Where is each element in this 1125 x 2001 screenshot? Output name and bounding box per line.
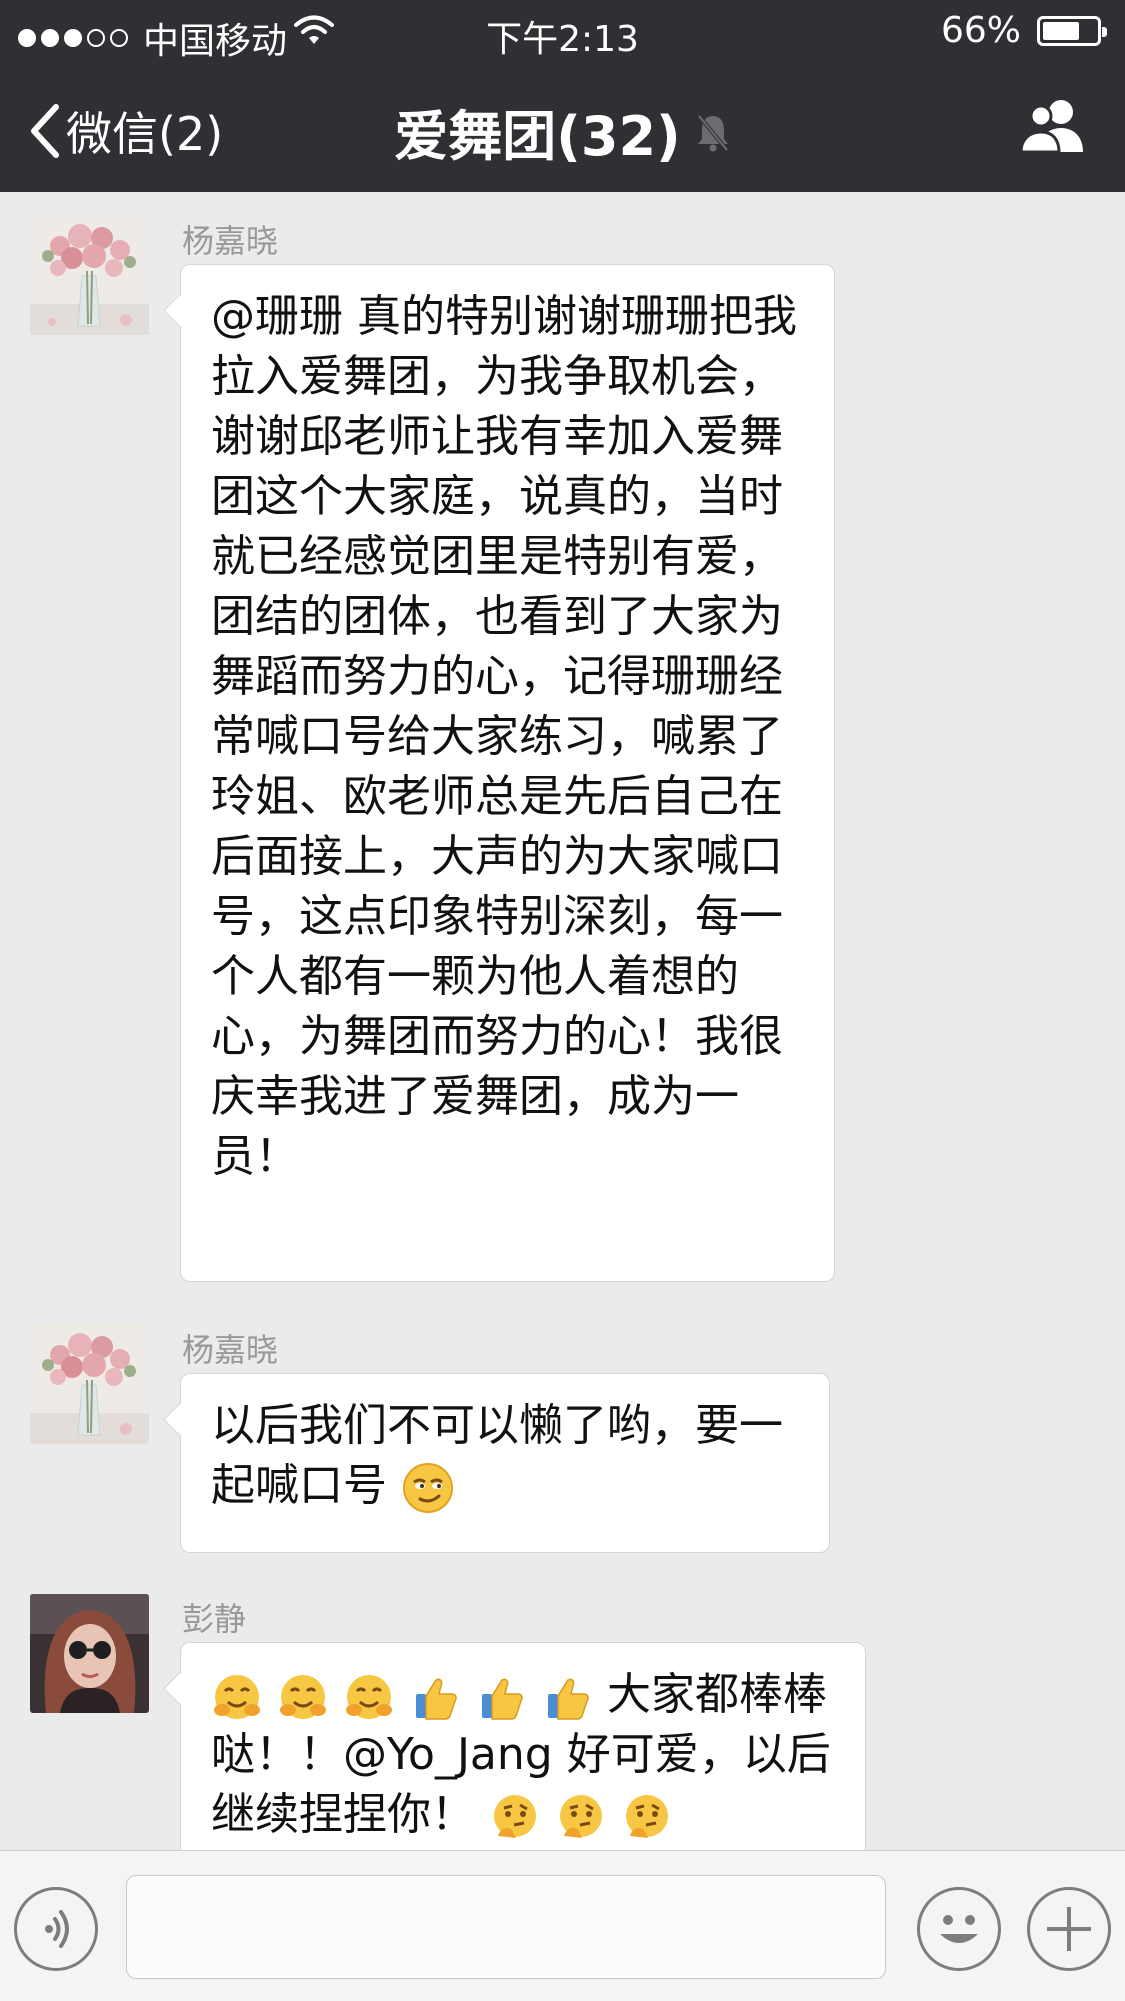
plus-button[interactable] [1027,1887,1111,1971]
sender-name: 杨嘉晓 [182,1331,279,1369]
group-members-icon [1019,100,1083,154]
message-text: 以后我们不可以懒了哟，要一起喊口号 [211,1400,783,1511]
plus-icon [1047,1907,1091,1951]
sender-name: 彭静 [182,1600,247,1638]
emoji-thumbs-up-icon [541,1669,607,1720]
emoji-button[interactable] [917,1887,1001,1971]
message-input[interactable] [126,1875,886,1979]
avatar[interactable] [30,216,149,335]
message-bubble[interactable]: 大家都棒棒哒！！@Yo_Jang 好可爱，以后继续捏捏你！ [180,1642,866,1862]
emoji-thinking-icon [621,1789,673,1840]
status-bar: 中国移动 下午2:13 66% [0,0,1125,62]
input-bar [0,1850,1125,2001]
emoji-thumbs-up-icon [409,1669,475,1720]
sender-name: 杨嘉晓 [182,222,279,260]
emoji-hug-icon [211,1669,277,1720]
voice-icon [45,1910,69,1948]
emoji-thinking-icon [555,1789,621,1840]
message-bubble[interactable]: @珊珊 真的特别谢谢珊珊把我拉入爱舞团，为我争取机会，谢谢邱老师让我有幸加入爱舞… [180,264,835,1282]
smirk-face-emoji-icon [403,1463,453,1513]
battery-icon [1037,16,1107,46]
emoji-icon [940,1915,978,1943]
emoji-hug-icon [277,1669,343,1720]
battery-percentage: 66% [940,10,1021,51]
message-text: @珊珊 真的特别谢谢珊珊把我拉入爱舞团，为我争取机会，谢谢邱老师让我有幸加入爱舞… [211,291,797,1182]
chat-title-container: 爱舞团(32) [0,92,1125,171]
avatar[interactable] [30,1325,149,1444]
mute-bell-icon [697,114,729,151]
nav-bar: 微信(2) 爱舞团(32) [0,62,1125,192]
emoji-thinking-icon [489,1789,555,1840]
emoji-thumbs-up-icon [475,1669,541,1720]
voice-button[interactable] [14,1887,98,1971]
chat-title: 爱舞团(32) [394,105,681,168]
avatar[interactable] [30,1594,149,1713]
message-bubble[interactable]: 以后我们不可以懒了哟，要一起喊口号 [180,1373,830,1553]
top-bar: 中国移动 下午2:13 66% 微信(2) 爱舞团(32) [0,0,1125,192]
emoji-hug-icon [343,1669,409,1720]
group-members-button[interactable] [1017,98,1089,158]
